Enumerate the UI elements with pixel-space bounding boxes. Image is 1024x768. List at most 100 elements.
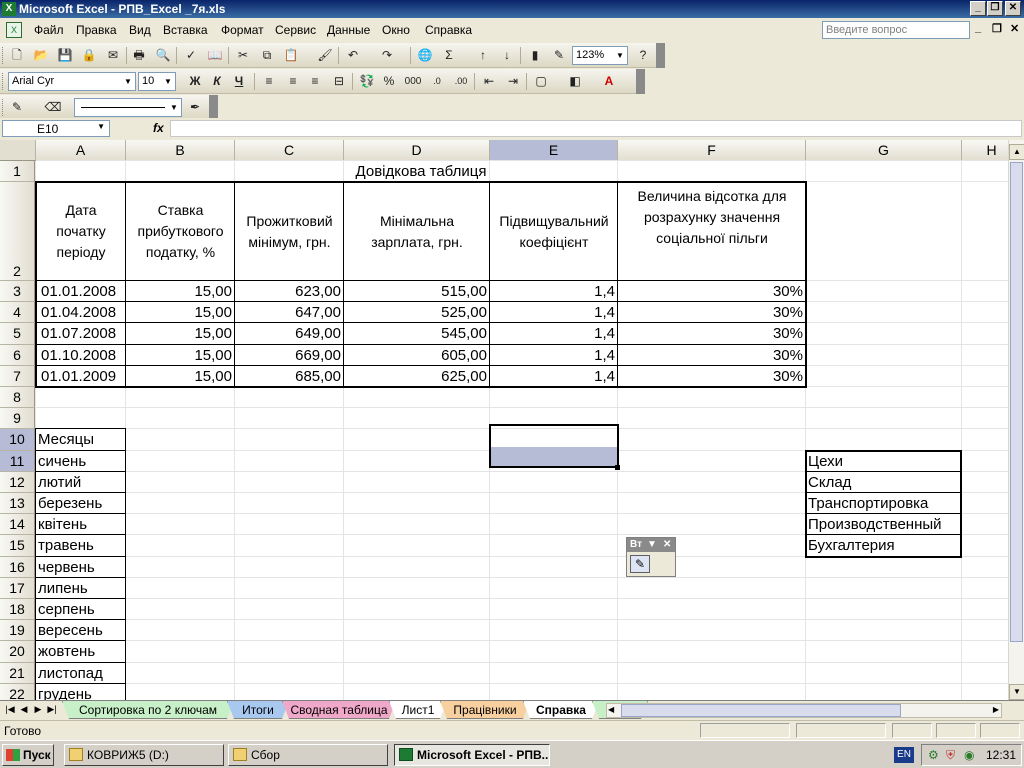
- print-preview-icon[interactable]: 🔍: [154, 47, 172, 64]
- thousands-button[interactable]: 000: [404, 73, 422, 90]
- cell-selection[interactable]: [489, 424, 619, 468]
- table-cell[interactable]: 1,4: [490, 366, 618, 387]
- sheet-tab[interactable]: Працівники: [440, 701, 530, 719]
- table-cell[interactable]: 625,00: [344, 366, 490, 387]
- row-header-7[interactable]: 7: [0, 365, 35, 387]
- table-cell[interactable]: 685,00: [235, 366, 344, 387]
- task-button-explorer[interactable]: КОВРИЖ5 (D:): [64, 744, 224, 766]
- toolbar-options-icon[interactable]: [656, 43, 665, 68]
- autosum-icon[interactable]: Σ: [440, 47, 458, 64]
- row-header-22[interactable]: 22: [0, 683, 35, 700]
- floating-toolbar-title[interactable]: Вт ▼ ✕: [627, 538, 675, 552]
- month-item[interactable]: липень: [36, 578, 126, 599]
- row-header-16[interactable]: 16: [0, 556, 35, 578]
- table-cell[interactable]: 649,00: [235, 323, 344, 344]
- menu-tools[interactable]: Сервис: [275, 23, 316, 37]
- hyperlink-icon[interactable]: 🌐: [416, 47, 434, 64]
- font-color-icon[interactable]: A: [600, 73, 618, 90]
- menu-window[interactable]: Окно: [382, 23, 410, 37]
- column-header-f[interactable]: F: [618, 140, 806, 161]
- month-item[interactable]: вересень: [36, 620, 126, 641]
- scroll-left-icon[interactable]: ◀: [608, 705, 614, 714]
- decrease-decimal-icon[interactable]: .00: [452, 73, 470, 90]
- increase-indent-icon[interactable]: ⇥: [504, 73, 522, 90]
- maximize-button[interactable]: ❐: [987, 1, 1003, 16]
- department-item[interactable]: Транспортировка: [806, 493, 962, 514]
- column-header-c[interactable]: C: [235, 140, 344, 161]
- undo-icon[interactable]: ↶: [344, 47, 362, 64]
- column-header-e[interactable]: E: [490, 140, 618, 161]
- zoom-combo[interactable]: 123% ▼: [572, 46, 628, 65]
- paste-icon[interactable]: 📋: [282, 47, 300, 64]
- font-size-combo[interactable]: 10 ▼: [138, 72, 176, 91]
- currency-icon[interactable]: 💱: [358, 73, 376, 90]
- row-header-1[interactable]: 1: [0, 161, 35, 182]
- task-button-excel[interactable]: Microsoft Excel - РПВ...: [394, 744, 550, 766]
- fill-handle[interactable]: [615, 465, 620, 470]
- merge-center-icon[interactable]: ⊟: [330, 73, 348, 90]
- increase-decimal-icon[interactable]: .0: [428, 73, 446, 90]
- row-header-4[interactable]: 4: [0, 302, 35, 324]
- row-header-2[interactable]: 2: [0, 182, 35, 281]
- first-sheet-icon[interactable]: |◀: [4, 704, 16, 715]
- table-cell[interactable]: 1,4: [490, 323, 618, 344]
- table-cell[interactable]: 30%: [618, 345, 806, 366]
- row-header-12[interactable]: 12: [0, 471, 35, 493]
- menu-insert[interactable]: Вставка: [163, 23, 208, 37]
- department-item[interactable]: Производственный: [806, 514, 962, 535]
- table-cell[interactable]: 30%: [618, 302, 806, 323]
- copy-icon[interactable]: ⧉: [258, 47, 276, 64]
- column-header-h[interactable]: H: [962, 140, 1008, 161]
- cut-icon[interactable]: ✂: [234, 47, 252, 64]
- prev-sheet-icon[interactable]: ◀: [18, 704, 30, 715]
- table-cell[interactable]: 01.07.2008: [36, 323, 126, 344]
- line-style-combo[interactable]: ▼: [74, 98, 182, 117]
- antivirus-icon[interactable]: ⛨: [946, 748, 955, 763]
- table-cell[interactable]: 515,00: [344, 281, 490, 302]
- table-cell[interactable]: 605,00: [344, 345, 490, 366]
- chevron-down-icon[interactable]: ▼: [162, 74, 174, 89]
- close-icon[interactable]: ✕: [663, 538, 671, 552]
- print-icon[interactable]: 🖶: [130, 47, 148, 64]
- menu-data[interactable]: Данные: [327, 23, 370, 37]
- ask-question-input[interactable]: Введите вопрос: [822, 21, 970, 39]
- sheet-tab[interactable]: Сводная таблица: [282, 701, 396, 719]
- line-color-icon[interactable]: ✒: [186, 99, 204, 116]
- align-left-icon[interactable]: ≡: [260, 73, 278, 90]
- scroll-up-icon[interactable]: ▲: [1009, 144, 1024, 160]
- scroll-right-icon[interactable]: ▶: [993, 705, 999, 714]
- close-button[interactable]: ✕: [1005, 1, 1021, 16]
- menu-view[interactable]: Вид: [129, 23, 151, 37]
- menu-help[interactable]: Справка: [425, 23, 472, 37]
- row-header-9[interactable]: 9: [0, 408, 35, 430]
- column-header-b[interactable]: B: [126, 140, 235, 161]
- workbook-restore-button[interactable]: ❐: [992, 22, 1002, 35]
- table-cell[interactable]: 545,00: [344, 323, 490, 344]
- help-icon[interactable]: ?: [634, 47, 652, 64]
- month-item[interactable]: жовтень: [36, 641, 126, 662]
- table-cell[interactable]: 525,00: [344, 302, 490, 323]
- month-item[interactable]: листопад: [36, 663, 126, 684]
- months-header[interactable]: Месяцы: [36, 429, 126, 450]
- table-cell[interactable]: 01.04.2008: [36, 302, 126, 323]
- table-cell[interactable]: 669,00: [235, 345, 344, 366]
- language-indicator[interactable]: EN: [894, 747, 914, 763]
- row-header-13[interactable]: 13: [0, 493, 35, 515]
- month-item[interactable]: серпень: [36, 599, 126, 620]
- departments-header[interactable]: Цехи: [806, 451, 962, 472]
- menu-file[interactable]: Файл: [34, 23, 64, 37]
- chevron-down-icon[interactable]: ▼: [614, 48, 626, 63]
- chevron-down-icon[interactable]: ▼: [122, 74, 134, 89]
- table-cell[interactable]: 15,00: [126, 323, 235, 344]
- align-right-icon[interactable]: ≡: [306, 73, 324, 90]
- worksheet-grid[interactable]: A B C D E F G H 1 2 3 4 5 6 7 8 9 10 11 12 13 14 15 16 1…: [0, 140, 1008, 700]
- column-header-a[interactable]: A: [36, 140, 126, 161]
- table-cell[interactable]: 01.01.2008: [36, 281, 126, 302]
- table-cell[interactable]: 1,4: [490, 345, 618, 366]
- task-button-folder[interactable]: Сбор: [228, 744, 388, 766]
- month-item[interactable]: лютий: [36, 472, 126, 493]
- clock[interactable]: 12:31: [986, 748, 1016, 762]
- row-header-20[interactable]: 20: [0, 641, 35, 663]
- toolbar-grip[interactable]: [2, 99, 5, 116]
- column-header-d[interactable]: D: [344, 140, 490, 161]
